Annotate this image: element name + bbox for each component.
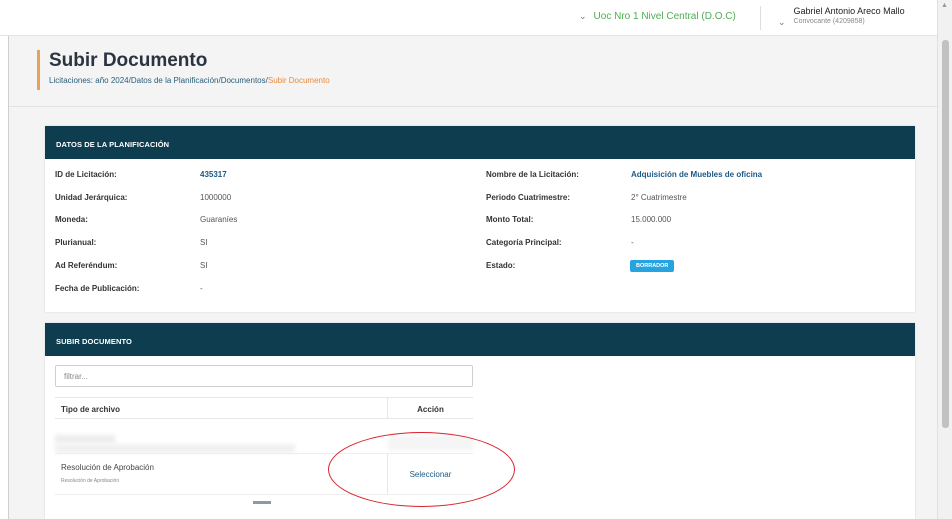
periodo-cuatrimestre-label: Periodo Cuatrimestre:	[486, 193, 571, 202]
estado-label: Estado:	[486, 261, 516, 270]
annotation-circle	[328, 432, 515, 507]
monto-total-value: 15.000.000	[631, 215, 672, 224]
header-divider	[760, 6, 761, 30]
scrollbar[interactable]: ▲	[937, 0, 952, 519]
fecha-publicacion-value: -	[200, 284, 203, 293]
scroll-up-arrow-icon[interactable]: ▲	[941, 2, 948, 9]
fecha-publicacion-label: Fecha de Publicación:	[55, 284, 140, 293]
scroll-thumb[interactable]	[942, 40, 949, 428]
uoc-selector[interactable]: ⌄ Uoc Nro 1 Nivel Central (D.O.C)	[579, 11, 736, 22]
filter-input[interactable]	[55, 365, 473, 387]
nombre-licitacion-value[interactable]: Adquisición de Muebles de oficina	[631, 170, 762, 179]
user-role: Convocante (4209858)	[793, 18, 865, 25]
column-header-tipo: Tipo de archivo	[55, 398, 388, 418]
plurianual-label: Plurianual:	[55, 238, 97, 247]
redacted-text	[55, 444, 295, 453]
uoc-label: Uoc Nro 1 Nivel Central (D.O.C)	[593, 11, 736, 22]
column-header-accion: Acción	[417, 405, 444, 414]
planificacion-card-header: DATOS DE LA PLANIFICACIÓN	[45, 126, 915, 159]
categoria-principal-label: Categoría Principal:	[486, 238, 562, 247]
moneda-label: Moneda:	[55, 215, 88, 224]
ad-referendum-label: Ad Referéndum:	[55, 261, 118, 270]
page-title: Subir Documento	[49, 50, 208, 71]
moneda-value: Guaraníes	[200, 215, 238, 224]
table-header: Tipo de archivo Acción	[55, 397, 473, 419]
planificacion-card: DATOS DE LA PLANIFICACIÓN ID de Licitaci…	[45, 126, 915, 312]
breadcrumb-datos-planificacion[interactable]: Datos de la Planificación	[131, 76, 219, 85]
ad-referendum-value: SI	[200, 261, 208, 270]
categoria-principal-value: -	[631, 238, 634, 247]
pagination-indicator[interactable]	[253, 501, 271, 504]
plurianual-value: SI	[200, 238, 208, 247]
status-badge: BORRADOR	[630, 260, 675, 272]
top-bar: ⌄ Uoc Nro 1 Nivel Central (D.O.C) ⌄ Gabr…	[0, 0, 937, 36]
chevron-down-icon: ⌄	[579, 11, 587, 21]
breadcrumb-documentos[interactable]: Documentos	[221, 76, 266, 85]
periodo-cuatrimestre-value: 2° Cuatrimestre	[631, 193, 687, 202]
redacted-text	[55, 435, 115, 443]
breadcrumb-licitaciones[interactable]: Licitaciones: año 2024	[49, 76, 129, 85]
subir-documento-card-header: SUBIR DOCUMENTO	[45, 323, 915, 356]
page-heading: Subir Documento Licitaciones: año 2024/D…	[37, 50, 330, 90]
nombre-licitacion-label: Nombre de la Licitación:	[486, 170, 579, 179]
breadcrumb-current: Subir Documento	[267, 76, 330, 85]
unidad-jerarquica-value: 1000000	[200, 193, 232, 202]
user-menu[interactable]: ⌄ Gabriel Antonio Areco Mallo Convocante…	[778, 6, 905, 28]
id-licitacion-value[interactable]: 435317	[200, 170, 227, 179]
monto-total-label: Monto Total:	[486, 215, 534, 224]
chevron-down-icon: ⌄	[778, 17, 786, 27]
id-licitacion-label: ID de Licitación:	[55, 170, 117, 179]
documents-table: Tipo de archivo Acción	[55, 397, 473, 419]
user-name: Gabriel Antonio Areco Mallo	[793, 6, 905, 16]
breadcrumb: Licitaciones: año 2024/Datos de la Plani…	[49, 76, 330, 85]
section-divider	[9, 106, 937, 107]
unidad-jerarquica-label: Unidad Jerárquica:	[55, 193, 128, 202]
